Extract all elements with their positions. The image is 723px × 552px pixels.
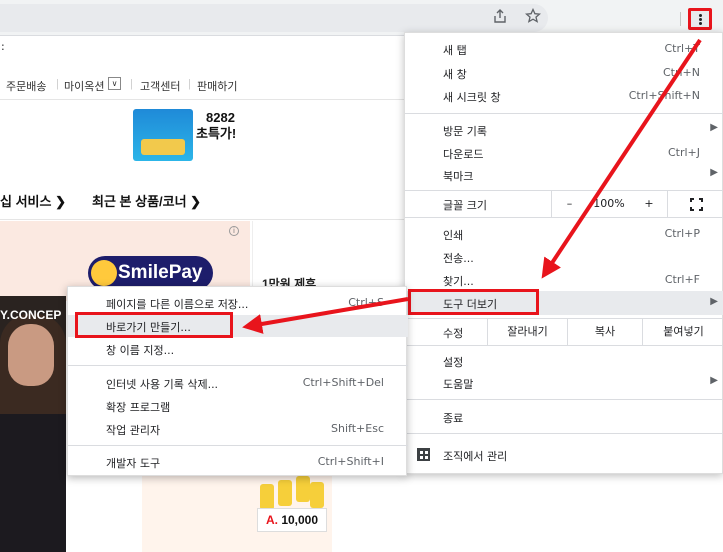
promo-line-1: 8282 — [206, 110, 235, 125]
zoom-out-button[interactable]: – — [551, 191, 587, 217]
copy-button[interactable]: 복사 — [567, 319, 642, 345]
submenu-item-create-shortcut[interactable]: 바로가기 만들기... — [68, 312, 408, 338]
menu-item-downloads[interactable]: 다운로드 Ctrl+J — [405, 142, 723, 164]
submenu-item-name-window[interactable]: 창 이름 지정... — [68, 338, 408, 360]
menu-item-more-tools[interactable]: 도구 더보기 ▶ — [405, 289, 723, 315]
top-links-bar: 주문배송 | 마이옥션 ∨ | 고객센터 | 판매하기 — [0, 68, 410, 100]
smilepay-logo: SmilePay — [88, 256, 213, 290]
submenu-item-clear-browsing-data[interactable]: 인터넷 사용 기록 삭제... Ctrl+Shift+Del — [68, 372, 408, 394]
tab-fragment: : — [1, 40, 5, 53]
edit-row: 수정 잘라내기 복사 붙여넣기 — [405, 319, 723, 345]
nav-service[interactable]: 십 서비스 ❯ — [0, 191, 66, 210]
more-tools-submenu: 페이지를 다른 이름으로 저장... Ctrl+S 바로가기 만들기... 창 … — [67, 286, 408, 476]
zoom-level: 100% — [593, 197, 625, 210]
menu-item-print[interactable]: 인쇄 Ctrl+P — [405, 223, 723, 245]
promo-product-image[interactable] — [133, 109, 193, 161]
banner-text: Y.CONCEP — [0, 308, 62, 322]
link-sell[interactable]: 판매하기 — [197, 78, 237, 94]
cut-button[interactable]: 잘라내기 — [487, 319, 567, 345]
link-my-auction[interactable]: 마이옥션 — [64, 78, 104, 94]
category-nav: 십 서비스 ❯ 최근 본 상품/코너 ❯ — [0, 180, 410, 220]
fullscreen-button[interactable] — [667, 191, 723, 217]
chevron-down-icon[interactable]: ∨ — [108, 77, 121, 90]
fashion-banner-image[interactable] — [0, 296, 66, 552]
menu-divider — [405, 433, 723, 434]
menu-divider — [405, 399, 723, 400]
zoom-row: 글꼴 크기 – 100% + — [405, 191, 723, 217]
menu-item-managed[interactable]: 조직에서 관리 — [405, 444, 723, 466]
menu-item-exit[interactable]: 종료 — [405, 406, 723, 428]
nav-recent-products[interactable]: 최근 본 상품/코너 ❯ — [92, 191, 201, 210]
link-customer-center[interactable]: 고객센터 — [140, 78, 180, 94]
paste-button[interactable]: 붙여넣기 — [642, 319, 723, 345]
chevron-right-icon: ▶ — [710, 122, 718, 133]
chrome-menu-button[interactable] — [688, 8, 712, 30]
three-dots-vertical-icon — [699, 14, 702, 17]
menu-item-new-tab[interactable]: 새 탭 Ctrl+T — [405, 38, 723, 60]
zoom-in-button[interactable]: + — [631, 191, 667, 217]
menu-divider — [405, 113, 723, 114]
address-bar[interactable] — [0, 4, 548, 32]
info-icon[interactable]: i — [229, 226, 239, 236]
coins-image — [256, 476, 324, 510]
promo-line-2: 초특가! — [196, 126, 237, 141]
submenu-item-extensions[interactable]: 확장 프로그램 — [68, 395, 408, 417]
browser-toolbar — [0, 0, 723, 36]
menu-item-bookmarks[interactable]: 북마크 ▶ — [405, 164, 723, 186]
price-prefix: A. — [265, 513, 278, 527]
price-value: 10,000 — [281, 513, 319, 527]
menu-divider — [68, 365, 408, 366]
menu-divider — [68, 445, 408, 446]
highlight-box — [75, 312, 233, 338]
menu-divider — [405, 217, 723, 218]
divider: | — [188, 78, 191, 90]
menu-divider — [405, 345, 723, 346]
menu-item-help[interactable]: 도움말 ▶ — [405, 372, 723, 394]
menu-item-cast[interactable]: 전송... — [405, 246, 723, 268]
price-badge[interactable]: A. 10,000 — [257, 508, 327, 532]
toolbar-divider — [676, 9, 684, 29]
building-icon — [417, 448, 430, 461]
link-order-delivery[interactable]: 주문배송 — [6, 78, 46, 94]
share-icon[interactable] — [490, 8, 510, 28]
chrome-main-menu: 새 탭 Ctrl+T 새 창 Ctrl+N 새 시크릿 창 Ctrl+Shift… — [404, 32, 723, 474]
menu-item-new-incognito[interactable]: 새 시크릿 창 Ctrl+Shift+N — [405, 85, 723, 107]
submenu-item-developer-tools[interactable]: 개발자 도구 Ctrl+Shift+I — [68, 451, 408, 473]
chevron-right-icon: ▶ — [710, 167, 718, 178]
chevron-right-icon: ▶ — [710, 375, 718, 386]
submenu-item-task-manager[interactable]: 작업 관리자 Shift+Esc — [68, 418, 408, 440]
divider: | — [130, 78, 133, 90]
submenu-item-save-page-as[interactable]: 페이지를 다른 이름으로 저장... Ctrl+S — [68, 292, 408, 314]
chevron-right-icon: ▶ — [710, 296, 718, 307]
divider: | — [56, 78, 59, 90]
menu-item-settings[interactable]: 설정 — [405, 350, 723, 372]
highlight-box — [408, 289, 539, 315]
star-icon[interactable] — [523, 7, 543, 28]
menu-item-history[interactable]: 방문 기록 ▶ — [405, 119, 723, 141]
fullscreen-icon — [690, 198, 703, 211]
menu-item-new-window[interactable]: 새 창 Ctrl+N — [405, 62, 723, 84]
promo-text[interactable]: 8282 초특가! — [196, 110, 236, 142]
menu-item-find[interactable]: 찾기... Ctrl+F — [405, 269, 723, 291]
